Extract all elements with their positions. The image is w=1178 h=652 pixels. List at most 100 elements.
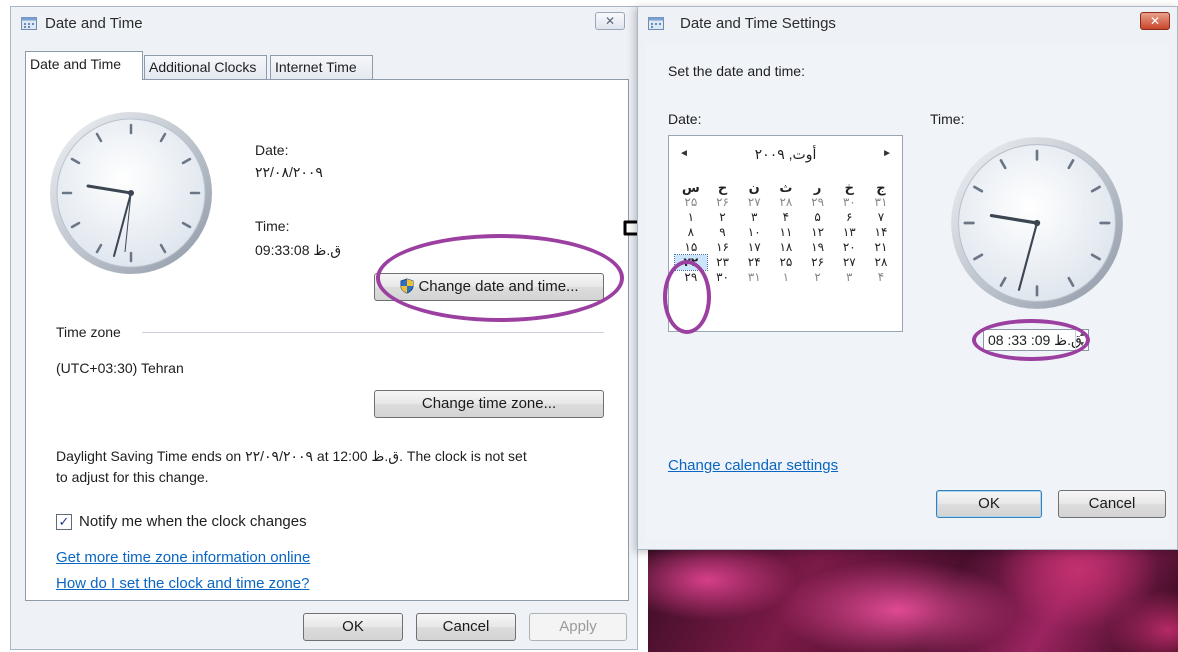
calendar-day[interactable]: ۴ bbox=[865, 270, 897, 285]
calendar-day[interactable]: ۲۹ bbox=[675, 270, 707, 285]
calendar[interactable]: ◄ أوت, ۲۰۰۹ ► س ح ن ث ر خ ج ۲۵ ۲۶ ۲۷ ۲۸ ۲۹ ۳۰… bbox=[668, 135, 903, 332]
change-time-zone-button[interactable]: Change time zone... bbox=[374, 390, 604, 418]
desktop-wallpaper bbox=[648, 550, 1178, 652]
weekday-header: ن bbox=[748, 180, 760, 195]
calendar-day[interactable]: ۲۸ bbox=[865, 255, 897, 270]
weekday-header: ح bbox=[717, 180, 728, 195]
weekday-header: ر bbox=[813, 180, 822, 195]
ok-button[interactable]: OK bbox=[303, 613, 403, 641]
calendar-week-row: ۱۵ ۱۶ ۱۷ ۱۸ ۱۹ ۲۰ ۲۱ bbox=[675, 240, 897, 255]
calendar-day[interactable]: ۲۵ bbox=[675, 195, 707, 210]
date-value: ۲۲/۰۸/۲۰۰۹ bbox=[255, 164, 323, 180]
change-date-time-button[interactable]: Change date and time... bbox=[374, 273, 604, 301]
settings-cancel-button[interactable]: Cancel bbox=[1058, 490, 1166, 518]
settings-time-label: Time: bbox=[930, 111, 965, 127]
calendar-day[interactable]: ۱۷ bbox=[738, 240, 770, 255]
calendar-day[interactable]: ۳ bbox=[833, 270, 865, 285]
calendar-week-row: ۱۲۳۴۵۶۷ bbox=[675, 210, 897, 225]
calendar-day[interactable]: ۳۰ bbox=[707, 270, 739, 285]
calendar-day[interactable]: ۱ bbox=[675, 210, 707, 225]
calendar-day[interactable]: ۲۸ bbox=[770, 195, 802, 210]
more-time-zone-info-link[interactable]: Get more time zone information online bbox=[56, 549, 310, 566]
calendar-day[interactable]: ۵ bbox=[802, 210, 834, 225]
time-input[interactable]: ق.ظ 09: 33: 08 ▲ ▼ bbox=[983, 329, 1089, 351]
calendar-day[interactable]: ۲۶ bbox=[707, 195, 739, 210]
calendar-day[interactable]: ۳۰ bbox=[833, 195, 865, 210]
settings-window-title: Date and Time Settings bbox=[680, 15, 836, 32]
date-label: Date: bbox=[255, 142, 289, 158]
calendar-day[interactable]: ۱۹ bbox=[802, 240, 834, 255]
notify-checkbox[interactable]: ✓ bbox=[56, 514, 72, 530]
cancel-button[interactable]: Cancel bbox=[416, 613, 516, 641]
title-bar[interactable]: Date and Time ✕ bbox=[11, 7, 637, 39]
calendar-day[interactable]: ۲۵ bbox=[770, 255, 802, 270]
tab-internet-time[interactable]: Internet Time bbox=[270, 55, 373, 79]
calendar-day[interactable]: ۱۳ bbox=[833, 225, 865, 240]
next-month-button[interactable]: ► bbox=[882, 148, 892, 159]
time-spinner[interactable]: ▲ ▼ bbox=[1075, 330, 1088, 350]
calendar-day[interactable]: ۲۳ bbox=[707, 255, 739, 270]
calendar-day[interactable]: ۱۲ bbox=[802, 225, 834, 240]
notify-label: Notify me when the clock changes bbox=[79, 513, 307, 530]
calendar-icon bbox=[648, 17, 664, 30]
change-calendar-settings-link[interactable]: Change calendar settings bbox=[668, 457, 838, 474]
settings-ok-button[interactable]: OK bbox=[936, 490, 1042, 518]
close-button[interactable]: ✕ bbox=[595, 12, 625, 30]
calendar-week-row: ۲۲ ۲۳ ۲۴ ۲۵ ۲۶ ۲۷ ۲۸ bbox=[674, 254, 897, 271]
weekday-header: ج bbox=[876, 180, 886, 195]
calendar-day[interactable]: ۲۷ bbox=[833, 255, 865, 270]
apply-button[interactable]: Apply bbox=[529, 613, 627, 641]
calendar-day[interactable]: ۳ bbox=[738, 210, 770, 225]
calendar-day[interactable]: ۱۵ bbox=[675, 240, 707, 255]
calendar-day[interactable]: ۳۱ bbox=[865, 195, 897, 210]
calendar-day[interactable]: ۲۹ bbox=[802, 195, 834, 210]
calendar-icon bbox=[21, 17, 37, 30]
calendar-week-row: ۲۹ ۳۰ ۳۱ ۱ ۲ ۳ ۴ bbox=[675, 270, 897, 285]
calendar-day[interactable]: ۲۱ bbox=[865, 240, 897, 255]
calendar-day[interactable]: ۱۴ bbox=[865, 225, 897, 240]
time-label: Time: bbox=[255, 218, 290, 234]
time-value: ق.ظ 09:33:08 bbox=[255, 242, 342, 258]
calendar-day[interactable]: ۲۲ bbox=[674, 254, 708, 271]
calendar-day[interactable]: ۶ bbox=[833, 210, 865, 225]
date-and-time-dialog: Date and Time ✕ Date and Time Additional… bbox=[10, 6, 638, 650]
change-date-time-label: Change date and time... bbox=[418, 278, 579, 295]
date-and-time-settings-dialog: Date and Time Settings ✕ Set the date an… bbox=[637, 6, 1178, 550]
time-input-value: ق.ظ 09: 33: 08 bbox=[988, 332, 1082, 348]
calendar-day[interactable]: ۲۷ bbox=[738, 195, 770, 210]
calendar-day[interactable]: ۱ bbox=[770, 270, 802, 285]
window-title: Date and Time bbox=[45, 15, 143, 32]
time-zone-heading: Time zone bbox=[56, 324, 121, 340]
calendar-day[interactable]: ۲ bbox=[802, 270, 834, 285]
calendar-day[interactable]: ۷ bbox=[865, 210, 897, 225]
calendar-week-row: ۸ ۹ ۱۰ ۱۱ ۱۲ ۱۳ ۱۴ bbox=[675, 225, 897, 240]
analog-clock bbox=[50, 112, 212, 274]
calendar-day[interactable]: ۲۶ bbox=[802, 255, 834, 270]
how-to-set-clock-link[interactable]: How do I set the clock and time zone? bbox=[56, 575, 309, 592]
calendar-day[interactable]: ۲۰ bbox=[833, 240, 865, 255]
calendar-day[interactable]: ۱۸ bbox=[770, 240, 802, 255]
tab-date-and-time[interactable]: Date and Time bbox=[25, 51, 143, 80]
uac-shield-icon bbox=[400, 278, 414, 294]
calendar-day[interactable]: ۲۴ bbox=[738, 255, 770, 270]
calendar-month-title[interactable]: أوت, ۲۰۰۹ bbox=[669, 146, 902, 163]
calendar-weeks: ۲۵ ۲۶ ۲۷ ۲۸ ۲۹ ۳۰ ۳۱ ۱ ۲ ۳ ۴ ۵ ۶ ۷ ۸ ۹ ۱۰ ۱۱ ۱۲ ۱۳ ۱۴ ۱۵ ۱۶ ۱۷ ۱… bbox=[674, 195, 897, 285]
calendar-day[interactable]: ۱۱ bbox=[770, 225, 802, 240]
calendar-week-row: ۲۵ ۲۶ ۲۷ ۲۸ ۲۹ ۳۰ ۳۱ bbox=[675, 195, 897, 210]
settings-date-label: Date: bbox=[668, 111, 702, 127]
settings-title-bar[interactable]: Date and Time Settings ✕ bbox=[638, 7, 1177, 39]
tab-additional-clocks[interactable]: Additional Clocks bbox=[144, 55, 267, 79]
calendar-day[interactable]: ۱۶ bbox=[707, 240, 739, 255]
set-date-time-instruction: Set the date and time: bbox=[668, 63, 805, 79]
calendar-day[interactable]: ۹ bbox=[707, 225, 739, 240]
time-zone-value: (UTC+03:30) Tehran bbox=[56, 360, 184, 376]
calendar-day[interactable]: ۲ bbox=[707, 210, 739, 225]
settings-close-button[interactable]: ✕ bbox=[1140, 12, 1170, 30]
weekday-header: خ bbox=[844, 180, 854, 195]
weekday-header: س bbox=[681, 180, 700, 195]
calendar-day[interactable]: ۱۰ bbox=[738, 225, 770, 240]
calendar-day[interactable]: ۳۱ bbox=[738, 270, 770, 285]
calendar-day[interactable]: ۸ bbox=[675, 225, 707, 240]
calendar-day[interactable]: ۴ bbox=[770, 210, 802, 225]
analog-clock bbox=[951, 137, 1123, 309]
